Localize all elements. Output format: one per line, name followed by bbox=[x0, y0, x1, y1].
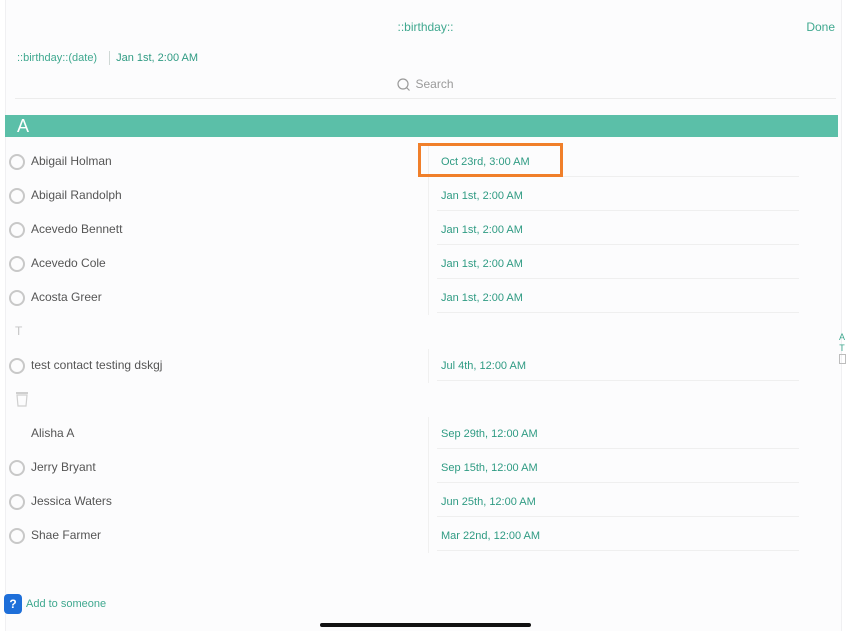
date-value: Sep 15th, 12:00 AM bbox=[441, 462, 538, 474]
trash-icon bbox=[15, 391, 29, 410]
list-item[interactable]: test contact testing dskgj Jul 4th, 12:0… bbox=[9, 349, 809, 383]
avatar-circle-icon[interactable] bbox=[9, 154, 25, 170]
list-item[interactable]: Acevedo Cole Jan 1st, 2:00 AM bbox=[9, 247, 809, 281]
date-field[interactable]: Jan 1st, 2:00 AM bbox=[428, 247, 799, 281]
default-field-label: ::birthday::(date) bbox=[17, 52, 98, 64]
contact-name: Shae Farmer bbox=[31, 528, 102, 542]
list-item[interactable]: Abigail Randolph Jan 1st, 2:00 AM bbox=[9, 179, 809, 213]
date-value: Jan 1st, 2:00 AM bbox=[441, 292, 523, 304]
list-item[interactable]: Jerry Bryant Sep 15th, 12:00 AM bbox=[9, 451, 809, 485]
add-to-someone-button[interactable]: ? Add to someone bbox=[4, 594, 106, 614]
contact-name: Jerry Bryant bbox=[31, 460, 96, 474]
date-value: Jun 25th, 12:00 AM bbox=[441, 496, 536, 508]
date-value: Sep 29th, 12:00 AM bbox=[441, 428, 538, 440]
group-letter-t: T bbox=[15, 324, 23, 338]
page-title: ::birthday:: bbox=[397, 20, 454, 34]
avatar-circle-icon[interactable] bbox=[9, 528, 25, 544]
help-badge-icon: ? bbox=[4, 594, 22, 614]
list-item[interactable]: Abigail Holman Oct 23rd, 3:00 AM bbox=[9, 145, 809, 179]
index-trash-icon[interactable] bbox=[838, 354, 846, 367]
date-field[interactable]: Sep 29th, 12:00 AM bbox=[428, 417, 799, 451]
search-icon bbox=[397, 77, 411, 91]
home-indicator[interactable] bbox=[320, 623, 531, 627]
contact-name: Abigail Holman bbox=[31, 154, 112, 168]
section-index[interactable]: A T bbox=[838, 332, 846, 367]
search-placeholder: Search bbox=[415, 77, 454, 91]
date-value: Jul 4th, 12:00 AM bbox=[441, 360, 526, 372]
search-bar[interactable]: Search bbox=[0, 77, 851, 91]
contact-name: Acosta Greer bbox=[31, 290, 102, 304]
avatar-circle-icon[interactable] bbox=[9, 188, 25, 204]
date-value: Jan 1st, 2:00 AM bbox=[441, 224, 523, 236]
list-item[interactable]: Shae Farmer Mar 22nd, 12:00 AM bbox=[9, 519, 809, 553]
list-item[interactable]: Acosta Greer Jan 1st, 2:00 AM bbox=[9, 281, 809, 315]
selection-highlight bbox=[418, 143, 563, 177]
date-field[interactable]: Jul 4th, 12:00 AM bbox=[428, 349, 799, 383]
avatar-circle-icon[interactable] bbox=[9, 494, 25, 510]
list-item[interactable]: Jessica Waters Jun 25th, 12:00 AM bbox=[9, 485, 809, 519]
contact-name: Acevedo Bennett bbox=[31, 222, 123, 236]
avatar-circle-icon[interactable] bbox=[9, 256, 25, 272]
default-field-value[interactable]: Jan 1st, 2:00 AM bbox=[116, 52, 198, 64]
list-item[interactable]: Alisha A Sep 29th, 12:00 AM bbox=[9, 417, 809, 451]
date-field[interactable]: Mar 22nd, 12:00 AM bbox=[428, 519, 799, 553]
avatar-circle-icon[interactable] bbox=[9, 290, 25, 306]
contact-name: Jessica Waters bbox=[31, 494, 112, 508]
section-letter: A bbox=[17, 115, 30, 136]
index-letter-t[interactable]: T bbox=[838, 343, 846, 354]
avatar-circle-icon[interactable] bbox=[9, 358, 25, 374]
contact-name: Alisha A bbox=[31, 426, 75, 440]
section-header-a: A bbox=[5, 115, 838, 137]
contact-name: test contact testing dskgj bbox=[31, 358, 163, 372]
date-value: Jan 1st, 2:00 AM bbox=[441, 258, 523, 270]
date-field[interactable]: Jan 1st, 2:00 AM bbox=[428, 179, 799, 213]
search-underline bbox=[15, 98, 836, 99]
date-field[interactable]: Jan 1st, 2:00 AM bbox=[428, 213, 799, 247]
add-to-someone-label: Add to someone bbox=[26, 598, 107, 610]
done-button[interactable]: Done bbox=[806, 20, 835, 34]
list-item[interactable]: Acevedo Bennett Jan 1st, 2:00 AM bbox=[9, 213, 809, 247]
contact-name: Acevedo Cole bbox=[31, 256, 106, 270]
date-value: Mar 22nd, 12:00 AM bbox=[441, 530, 541, 542]
date-field[interactable]: Jun 25th, 12:00 AM bbox=[428, 485, 799, 519]
index-letter-a[interactable]: A bbox=[838, 332, 846, 343]
date-field[interactable]: Sep 15th, 12:00 AM bbox=[428, 451, 799, 485]
avatar-circle-icon[interactable] bbox=[9, 222, 25, 238]
date-value: Jan 1st, 2:00 AM bbox=[441, 190, 523, 202]
divider bbox=[109, 51, 111, 65]
date-field[interactable]: Jan 1st, 2:00 AM bbox=[428, 281, 799, 315]
avatar-circle-icon[interactable] bbox=[9, 460, 25, 476]
default-field-row[interactable]: ::birthday::(date) Jan 1st, 2:00 AM bbox=[17, 51, 198, 65]
contact-name: Abigail Randolph bbox=[31, 188, 122, 202]
